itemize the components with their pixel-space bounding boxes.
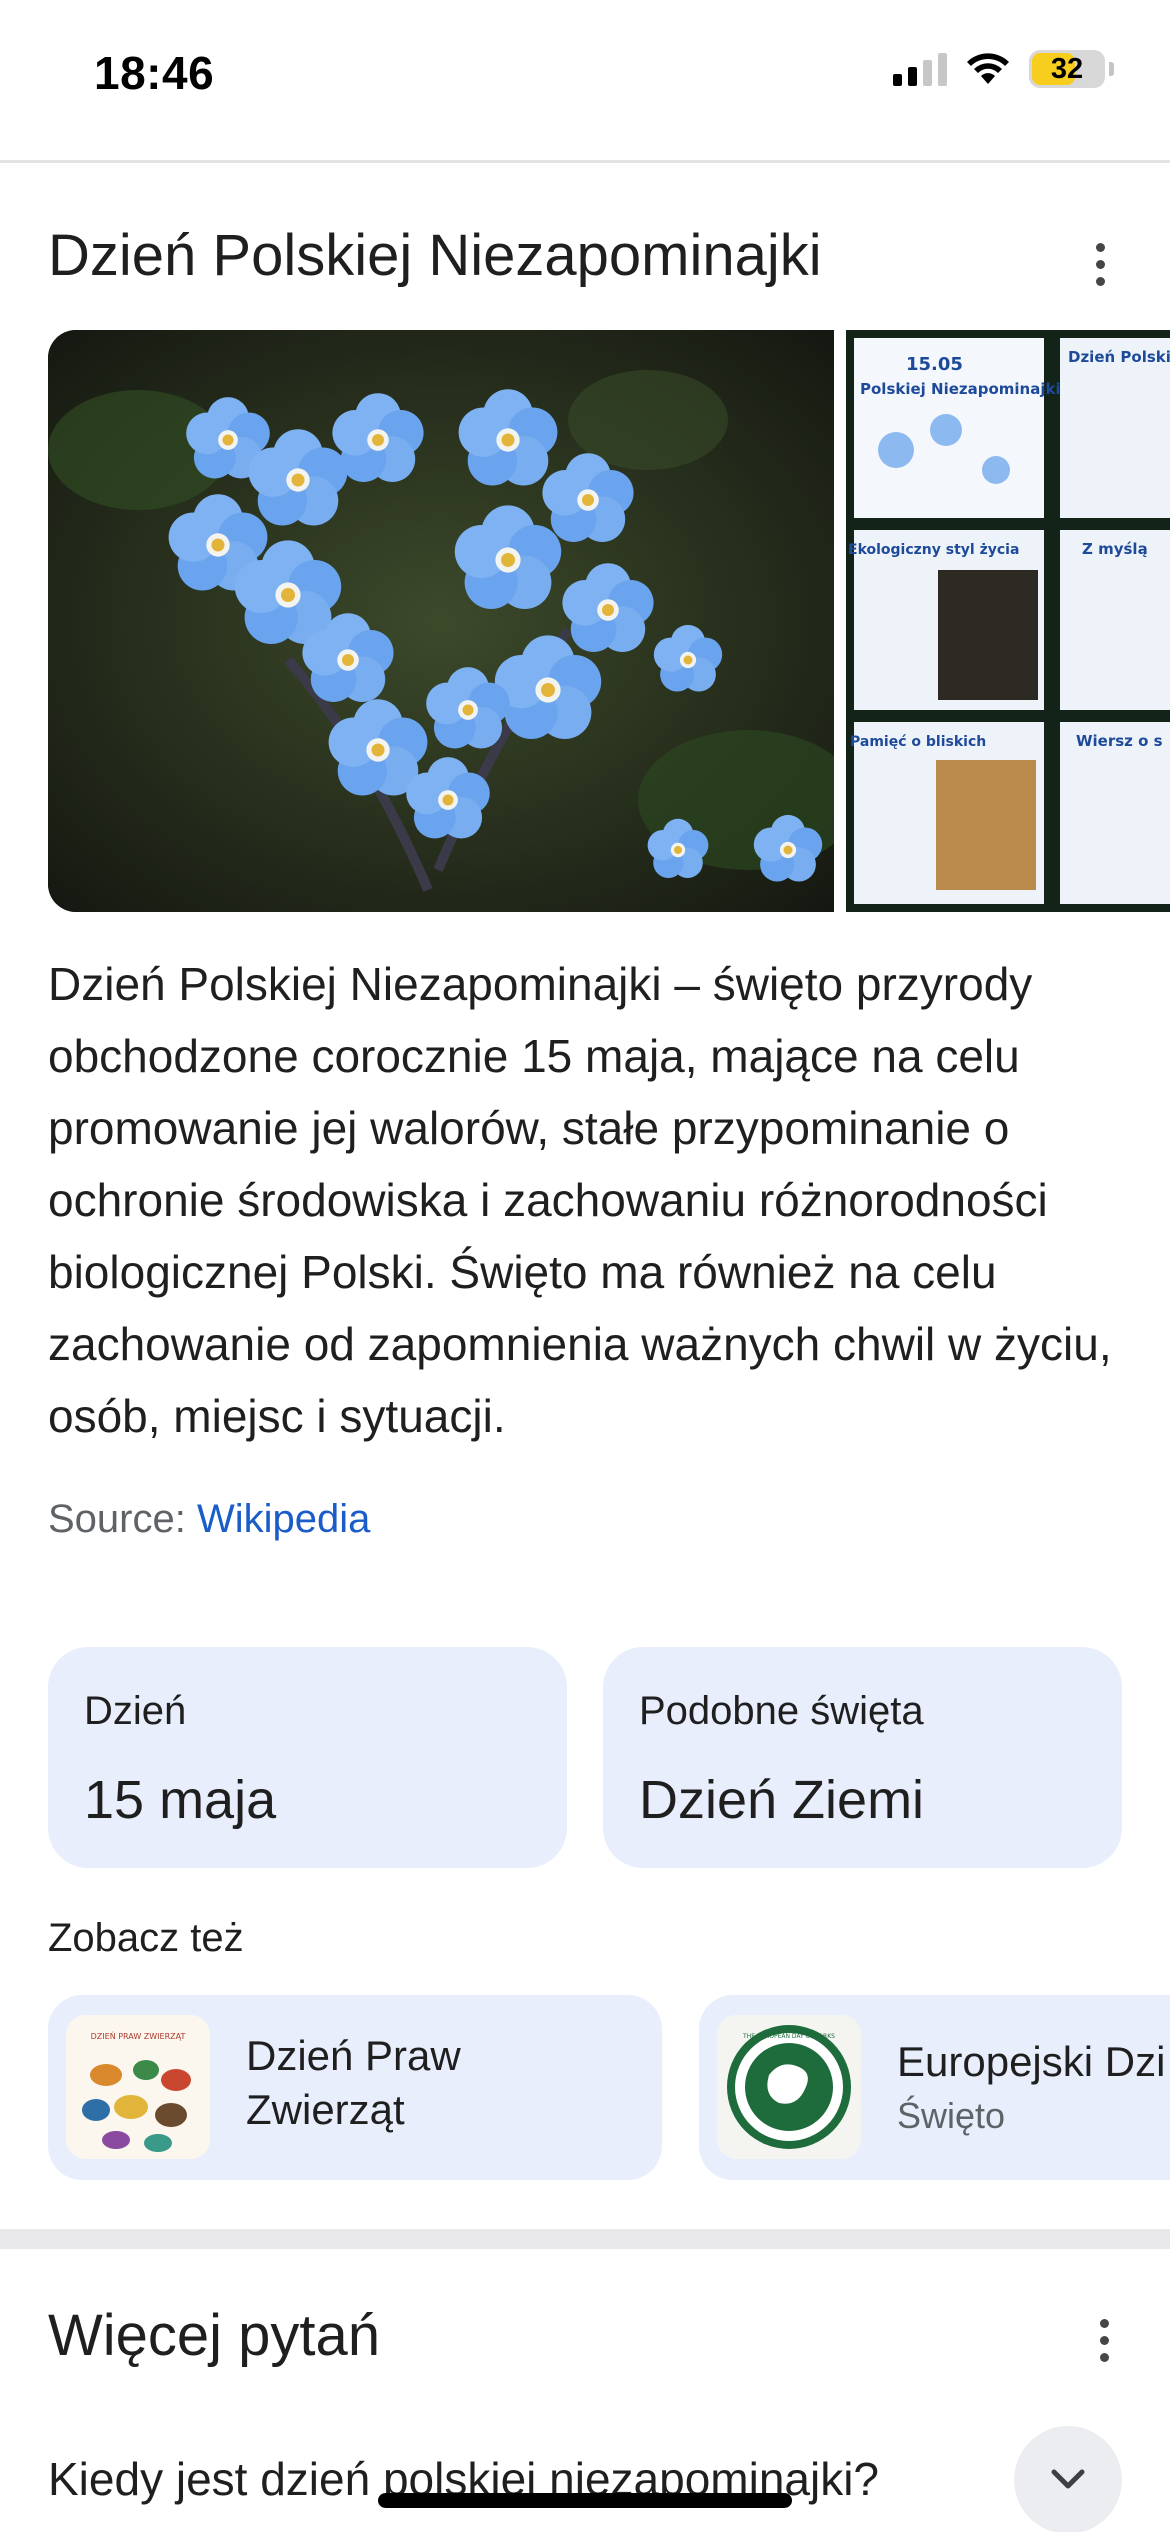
more-questions-heading: Więcej pytań: [48, 2303, 381, 2368]
image-carousel[interactable]: 15.05 Polskiej Niezapominajki Dzień Pols…: [48, 330, 1170, 912]
top-divider: [0, 160, 1170, 163]
more-options-icon[interactable]: [1084, 2310, 1124, 2370]
see-also-subtitle: Święto: [897, 2095, 1006, 2136]
fact-label: Dzień: [84, 1689, 187, 1733]
poster-heading-4: Pamięć o bliskich: [850, 734, 986, 750]
fact-card-similar-holidays[interactable]: Podobne święta Dzień Ziemi: [603, 1647, 1122, 1868]
poster-heading-1: Dzień Polskiej: [1068, 348, 1170, 366]
poster-heading-3: Z myślą: [1082, 540, 1148, 558]
fact-card-date[interactable]: Dzień 15 maja: [48, 1647, 567, 1868]
fact-label: Podobne święta: [639, 1689, 924, 1733]
fact-value: 15 maja: [84, 1770, 277, 1830]
status-time: 18:46: [94, 47, 215, 99]
see-also-card[interactable]: THE EUROPEAN DAY OF PARKS Europejski Dzi…: [699, 1995, 1170, 2180]
see-also-heading: Zobacz też: [48, 1916, 244, 1960]
fact-value: Dzień Ziemi: [639, 1770, 925, 1830]
poster-title: Polskiej Niezapominajki: [860, 380, 1061, 398]
chevron-down-icon: [1051, 2469, 1085, 2489]
thumbnail-caption: DZIEŃ PRAW ZWIERZĄT: [91, 2030, 186, 2041]
see-also-name: Dzień Praw Zwierząt: [246, 2029, 506, 2137]
status-bar: 18:46 32: [0, 0, 1170, 160]
panel-description: Dzień Polskiej Niezapominajki – święto p…: [48, 958, 1112, 1442]
poster-date: 15.05: [906, 354, 963, 375]
expand-question-button[interactable]: [1014, 2426, 1122, 2532]
poster-image[interactable]: 15.05 Polskiej Niezapominajki Dzień Pols…: [846, 330, 1170, 912]
panel-title: Dzień Polskiej Niezapominajki: [48, 223, 822, 288]
thumbnail-caption: THE EUROPEAN DAY OF PARKS: [742, 2033, 835, 2040]
european-parks-day-thumbnail: THE EUROPEAN DAY OF PARKS: [717, 2015, 861, 2159]
section-separator: [0, 2229, 1170, 2249]
see-also-name-text: Dzień Praw Zwierząt: [246, 2032, 461, 2133]
poster-heading-2: Ekologiczny styl życia: [848, 542, 1019, 558]
battery-icon: 32: [1029, 50, 1105, 88]
see-also-name: Europejski Dzi: [897, 2038, 1166, 2085]
animal-rights-day-thumbnail: DZIEŃ PRAW ZWIERZĄT: [66, 2015, 210, 2159]
source-line: Source: Wikipedia: [48, 1497, 370, 1542]
see-also-card[interactable]: DZIEŃ PRAW ZWIERZĄT Dzień Praw Zwierząt: [48, 1995, 662, 2180]
battery-level: 32: [1050, 52, 1084, 85]
cellular-signal-icon: [893, 52, 947, 86]
wifi-icon: [967, 53, 1009, 84]
source-label: Source:: [48, 1497, 186, 1541]
see-also-carousel[interactable]: DZIEŃ PRAW ZWIERZĄT Dzień Praw Zwierząt: [48, 1995, 1170, 2180]
poster-heading-5: Wiersz o s: [1076, 732, 1163, 750]
more-options-icon[interactable]: [1080, 234, 1120, 294]
source-link[interactable]: Wikipedia: [197, 1497, 370, 1541]
home-indicator[interactable]: [378, 2493, 792, 2508]
forget-me-not-image[interactable]: [48, 330, 834, 912]
status-icons: 32: [893, 50, 1114, 88]
